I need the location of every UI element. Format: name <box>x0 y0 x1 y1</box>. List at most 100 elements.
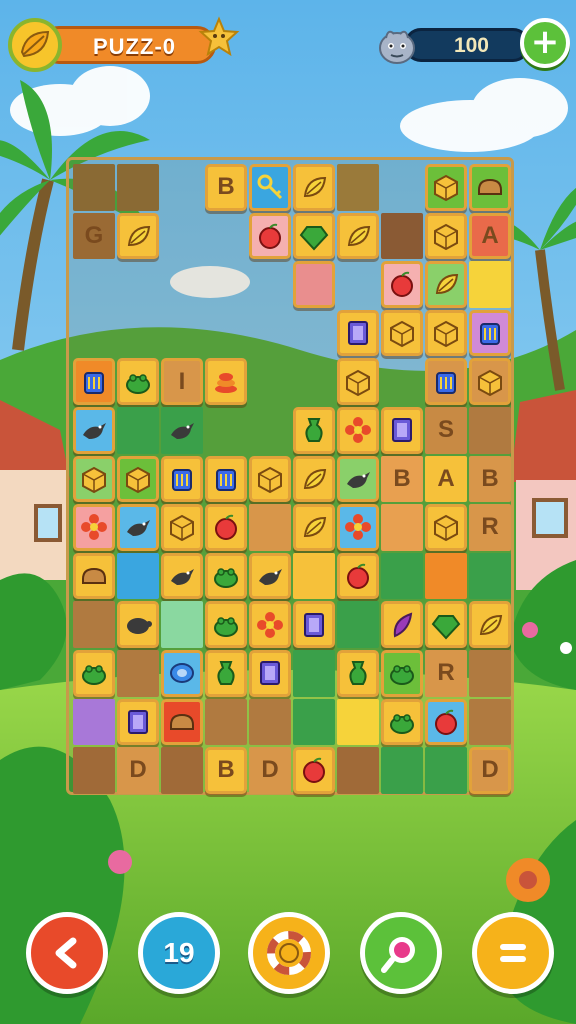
board-tile: B <box>469 455 511 503</box>
board-tile[interactable]: I <box>161 358 203 405</box>
board-tile[interactable] <box>249 552 291 600</box>
board-tile[interactable] <box>381 698 423 746</box>
board-tile[interactable] <box>205 650 247 697</box>
board-tile[interactable] <box>73 455 115 503</box>
board-tile[interactable] <box>425 261 467 308</box>
monster-avatar-icon <box>379 30 415 64</box>
board-tile[interactable] <box>73 552 115 600</box>
lifebuoy-button[interactable] <box>248 912 330 994</box>
level-banner: PUZZ-0 <box>40 26 216 64</box>
vase-icon <box>305 418 323 443</box>
menu-button[interactable] <box>472 912 554 994</box>
board-tile <box>337 747 379 794</box>
frog-icon <box>390 714 414 734</box>
board-tile[interactable] <box>205 552 247 600</box>
board-tile <box>117 164 159 211</box>
board-tile[interactable] <box>117 698 159 746</box>
board-tile[interactable] <box>425 358 467 405</box>
board-tile[interactable] <box>469 358 511 405</box>
board-tile[interactable] <box>293 504 335 551</box>
tile-letter: A <box>437 464 455 492</box>
board-tile[interactable] <box>293 455 335 503</box>
board-tile[interactable] <box>161 455 203 503</box>
board-tile[interactable] <box>425 164 467 211</box>
board-tile[interactable] <box>73 650 115 697</box>
chevron-left-icon <box>55 937 77 969</box>
board-tile[interactable]: A <box>469 212 511 260</box>
board-tile[interactable] <box>205 358 247 405</box>
board-tile[interactable] <box>249 650 291 697</box>
board-tile[interactable] <box>205 601 247 648</box>
board-tile[interactable] <box>73 358 115 405</box>
board-tile[interactable] <box>337 552 379 600</box>
board-tile[interactable] <box>381 601 423 648</box>
board-tile[interactable]: B <box>205 164 247 211</box>
board-tile[interactable] <box>205 504 247 551</box>
board-tile[interactable] <box>249 164 291 211</box>
board-tile[interactable] <box>381 309 423 357</box>
board-tile[interactable] <box>293 601 335 648</box>
board-tile[interactable] <box>117 504 159 551</box>
board-tile[interactable] <box>293 164 335 211</box>
board-tile[interactable] <box>337 212 379 260</box>
board-tile[interactable] <box>293 407 335 454</box>
board-tile[interactable] <box>249 455 291 503</box>
board-tile[interactable] <box>117 358 159 405</box>
board-tile[interactable] <box>337 358 379 405</box>
board-tile[interactable] <box>381 261 423 308</box>
board-tile[interactable] <box>425 601 467 648</box>
board-tile[interactable] <box>337 455 379 503</box>
board-tile[interactable] <box>469 164 511 211</box>
cube-icon <box>434 320 458 348</box>
board-tile[interactable] <box>425 212 467 260</box>
board-tile[interactable] <box>249 601 291 648</box>
crow-icon <box>347 471 370 488</box>
crow-icon <box>127 520 150 537</box>
board-tile <box>161 407 203 454</box>
board-tile[interactable] <box>161 650 203 697</box>
board-tile[interactable] <box>293 212 335 260</box>
board-tile <box>381 504 423 551</box>
board-tile[interactable] <box>205 455 247 503</box>
board-tile[interactable] <box>337 504 379 551</box>
board-tile[interactable] <box>293 261 335 308</box>
board-tile[interactable] <box>161 698 203 746</box>
tile-letter: R <box>437 659 455 687</box>
hint-button[interactable] <box>360 912 442 994</box>
board-tile[interactable] <box>117 455 159 503</box>
board-tile[interactable] <box>161 504 203 551</box>
board-tile[interactable]: D <box>469 747 511 794</box>
crow-icon <box>171 423 194 440</box>
board-tile[interactable] <box>425 504 467 551</box>
leaf-icon[interactable] <box>8 18 62 72</box>
board-tile[interactable] <box>73 504 115 551</box>
board-tile[interactable] <box>425 698 467 746</box>
board-tile[interactable]: B <box>205 747 247 794</box>
board-tile <box>381 747 423 794</box>
board-tile[interactable] <box>117 212 159 260</box>
add-button[interactable]: + <box>520 18 570 68</box>
board-tile[interactable] <box>293 747 335 794</box>
board-tile[interactable] <box>381 407 423 454</box>
board-tile[interactable] <box>381 650 423 697</box>
board-tile[interactable] <box>337 309 379 357</box>
board-tile[interactable] <box>469 309 511 357</box>
frog-icon <box>390 665 414 686</box>
apple-icon <box>435 709 457 735</box>
board-tile <box>73 601 115 648</box>
flower-icon <box>257 611 283 638</box>
board-tile: A <box>425 455 467 503</box>
board-tile[interactable] <box>425 309 467 357</box>
board-tile[interactable] <box>249 212 291 260</box>
board-tile[interactable] <box>73 407 115 454</box>
back-button[interactable] <box>26 912 108 994</box>
board-tile[interactable] <box>337 650 379 697</box>
board-tile[interactable] <box>469 601 511 648</box>
board-tile <box>249 698 291 746</box>
crow-icon <box>83 423 106 440</box>
board-tile <box>293 650 335 697</box>
moves-button[interactable]: 19 <box>138 912 220 994</box>
board-tile[interactable] <box>117 601 159 648</box>
board-tile[interactable] <box>161 552 203 600</box>
board-tile[interactable] <box>337 407 379 454</box>
